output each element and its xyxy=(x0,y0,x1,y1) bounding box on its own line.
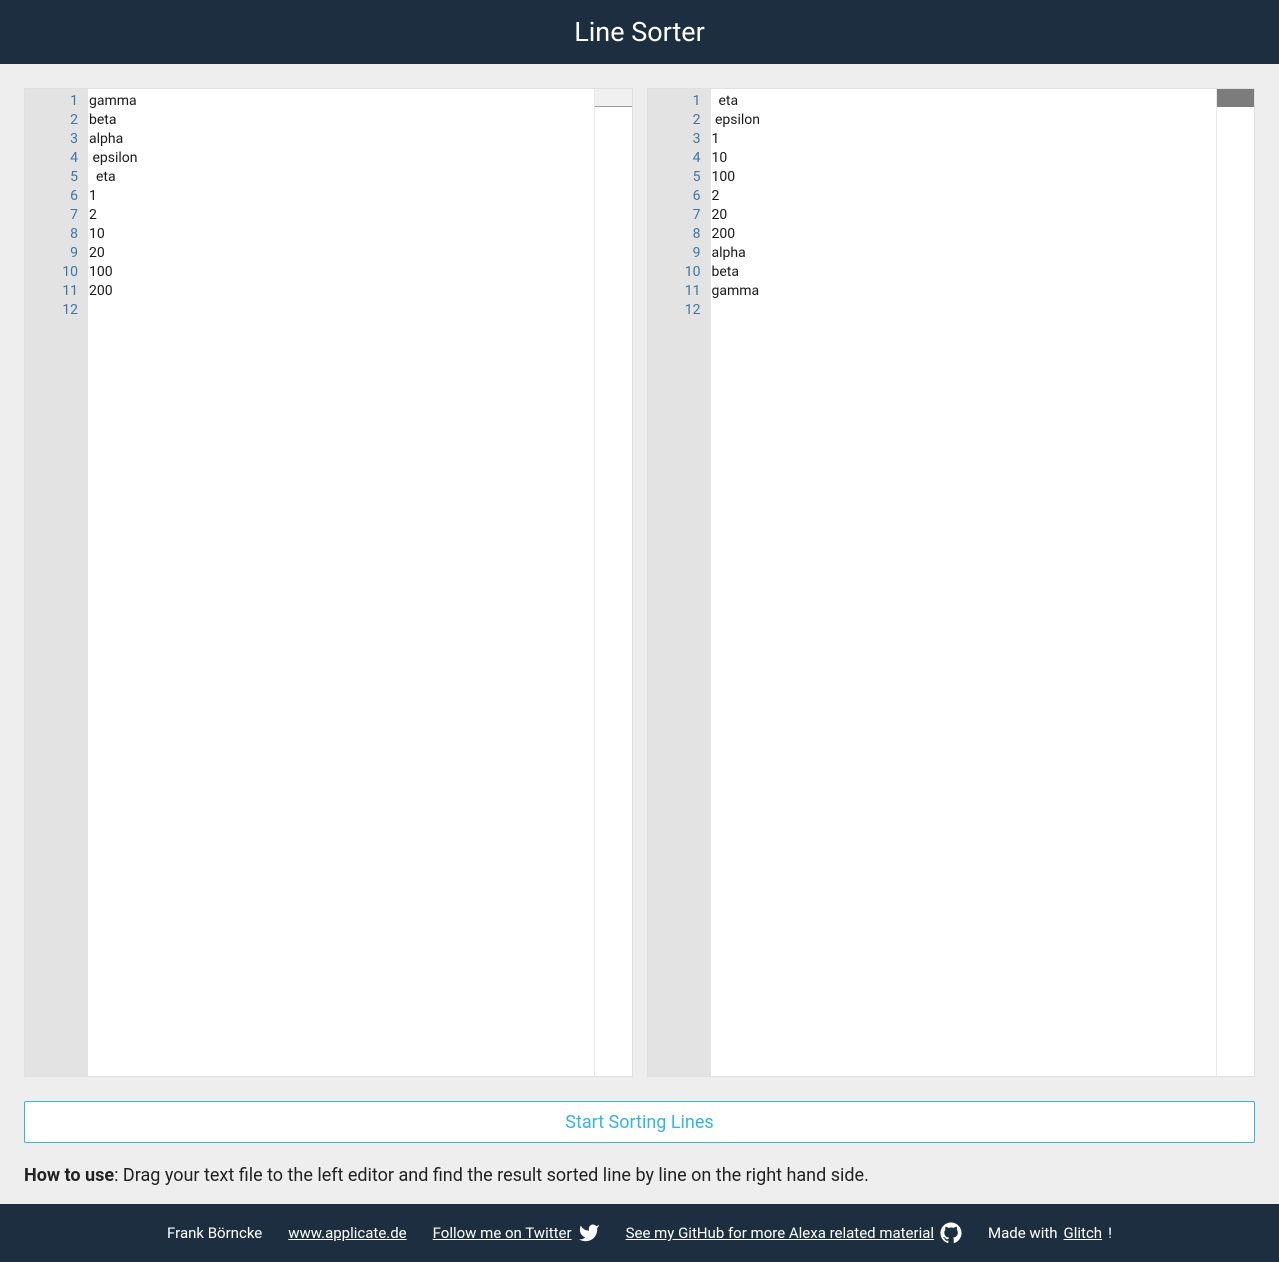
line-number: 11 xyxy=(25,282,88,301)
code-line[interactable]: 1 xyxy=(88,187,594,206)
code-line[interactable]: eta xyxy=(711,92,1217,111)
instructions: How to use: Drag your text file to the l… xyxy=(24,1165,1255,1186)
line-number: 9 xyxy=(648,244,711,263)
line-number: 6 xyxy=(648,187,711,206)
sort-button-label: Start Sorting Lines xyxy=(565,1112,713,1133)
twitter-icon xyxy=(578,1222,600,1244)
line-number: 3 xyxy=(25,130,88,149)
line-number: 2 xyxy=(25,111,88,130)
input-editor-gutter: 123456789101112 xyxy=(25,89,88,1076)
footer: Frank Börncke www.applicate.de Follow me… xyxy=(0,1204,1279,1262)
line-number: 8 xyxy=(648,225,711,244)
footer-made-with-link[interactable]: Glitch xyxy=(1064,1224,1103,1242)
code-line[interactable]: 10 xyxy=(711,149,1217,168)
code-line[interactable]: gamma xyxy=(88,92,594,111)
line-number: 10 xyxy=(25,263,88,282)
line-number: 7 xyxy=(25,206,88,225)
github-icon xyxy=(940,1222,962,1244)
output-editor-code[interactable]: eta epsilon110100220200alphabetagamma xyxy=(711,89,1217,1076)
footer-github-text: See my GitHub for more Alexa related mat… xyxy=(626,1224,934,1242)
code-line[interactable]: eta xyxy=(88,168,594,187)
line-number: 1 xyxy=(648,92,711,111)
footer-made-with-prefix: Made with xyxy=(988,1224,1057,1242)
line-number: 10 xyxy=(648,263,711,282)
code-line[interactable]: alpha xyxy=(88,130,594,149)
footer-website-text: www.applicate.de xyxy=(288,1224,406,1242)
input-editor-code[interactable]: gammabetaalpha epsilon eta121020100200 xyxy=(88,89,594,1076)
input-editor-scroll-thumb[interactable] xyxy=(595,89,632,107)
code-line[interactable]: alpha xyxy=(711,244,1217,263)
code-line[interactable]: 10 xyxy=(88,225,594,244)
code-line[interactable]: gamma xyxy=(711,282,1217,301)
line-number: 12 xyxy=(648,301,711,320)
line-number: 5 xyxy=(25,168,88,187)
code-line[interactable]: 1 xyxy=(711,130,1217,149)
app-title: Line Sorter xyxy=(574,16,705,48)
instructions-label: How to use xyxy=(24,1165,114,1186)
footer-website-link[interactable]: www.applicate.de xyxy=(288,1224,406,1242)
code-line[interactable]: epsilon xyxy=(711,111,1217,130)
line-number: 4 xyxy=(648,149,711,168)
output-editor-scroll-thumb[interactable] xyxy=(1217,89,1254,107)
code-line[interactable]: 2 xyxy=(711,187,1217,206)
output-editor-gutter: 123456789101112 xyxy=(648,89,711,1076)
main-content: 123456789101112 gammabetaalpha epsilon e… xyxy=(0,64,1279,1204)
line-number: 1 xyxy=(25,92,88,111)
app-header: Line Sorter xyxy=(0,0,1279,64)
footer-twitter-text: Follow me on Twitter xyxy=(433,1224,572,1242)
line-number: 3 xyxy=(648,130,711,149)
input-editor-scroll[interactable] xyxy=(594,89,632,1076)
input-editor[interactable]: 123456789101112 gammabetaalpha epsilon e… xyxy=(24,88,633,1077)
sort-button[interactable]: Start Sorting Lines xyxy=(24,1101,1255,1143)
instructions-text: : Drag your text file to the left editor… xyxy=(114,1165,869,1186)
line-number: 6 xyxy=(25,187,88,206)
line-number: 12 xyxy=(25,301,88,320)
line-number: 2 xyxy=(648,111,711,130)
code-line[interactable]: 200 xyxy=(711,225,1217,244)
code-line[interactable]: 20 xyxy=(88,244,594,263)
code-line[interactable]: 100 xyxy=(711,168,1217,187)
code-line[interactable]: 20 xyxy=(711,206,1217,225)
footer-github-link[interactable]: See my GitHub for more Alexa related mat… xyxy=(626,1222,962,1244)
footer-twitter-link[interactable]: Follow me on Twitter xyxy=(433,1222,600,1244)
line-number: 11 xyxy=(648,282,711,301)
footer-author: Frank Börncke xyxy=(167,1224,262,1242)
line-number: 7 xyxy=(648,206,711,225)
line-number: 9 xyxy=(25,244,88,263)
line-number: 8 xyxy=(25,225,88,244)
footer-made-with-suffix: ! xyxy=(1108,1224,1112,1242)
code-line[interactable]: 2 xyxy=(88,206,594,225)
code-line[interactable]: 100 xyxy=(88,263,594,282)
code-line[interactable]: epsilon xyxy=(88,149,594,168)
code-line[interactable]: 200 xyxy=(88,282,594,301)
code-line[interactable]: beta xyxy=(88,111,594,130)
output-editor-scroll[interactable] xyxy=(1216,89,1254,1076)
output-editor[interactable]: 123456789101112 eta epsilon110100220200a… xyxy=(647,88,1256,1077)
footer-made-with: Made with Glitch! xyxy=(988,1224,1112,1242)
editor-row: 123456789101112 gammabetaalpha epsilon e… xyxy=(24,88,1255,1077)
line-number: 4 xyxy=(25,149,88,168)
code-line[interactable]: beta xyxy=(711,263,1217,282)
line-number: 5 xyxy=(648,168,711,187)
